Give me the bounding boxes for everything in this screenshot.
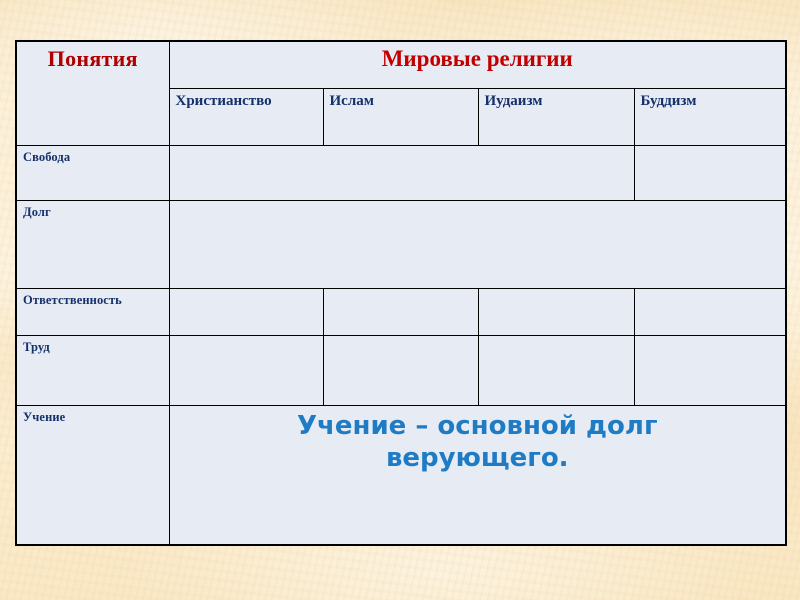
cell-otvetstvennost-islam[interactable] (322, 287, 479, 336)
table-row-otvetstvennost: Ответственность (15, 287, 787, 336)
row-label-uchenie: Учение (15, 404, 170, 546)
cell-trud-islam[interactable] (322, 334, 479, 406)
cell-trud-buddhism[interactable] (633, 334, 787, 406)
row-label-otvetstvennost: Ответственность (15, 287, 170, 336)
row-label-dolg: Долг (15, 199, 170, 289)
cell-dolg-all-religions[interactable] (168, 199, 787, 289)
cell-trud-judaism[interactable] (477, 334, 635, 406)
cell-trud-christianity[interactable] (168, 334, 324, 406)
conclusion-text: Учение – основной долг верующего. (296, 410, 658, 474)
column-header-islam: Ислам (322, 87, 479, 146)
cell-otvetstvennost-buddhism[interactable] (633, 287, 787, 336)
table-row-svoboda: Свобода (15, 144, 787, 201)
cell-otvetstvennost-christianity[interactable] (168, 287, 324, 336)
column-header-buddhism: Буддизм (633, 87, 787, 146)
row-label-trud: Труд (15, 334, 170, 406)
cell-svoboda-buddhism[interactable] (633, 144, 787, 201)
table-row-uchenie: Учение Учение – основной долг верующего. (15, 404, 787, 546)
table-row-dolg: Долг (15, 199, 787, 289)
concepts-religions-table: Понятия Мировые религии Христианство Исл… (15, 40, 787, 546)
table-row-trud: Труд (15, 334, 787, 406)
header-concepts: Понятия (15, 40, 170, 146)
cell-svoboda-christianity-islam-judaism[interactable] (168, 144, 635, 201)
row-label-svoboda: Свобода (15, 144, 170, 201)
table-header-row: Понятия Мировые религии (15, 40, 787, 146)
cell-otvetstvennost-judaism[interactable] (477, 287, 635, 336)
column-header-christianity: Христианство (168, 87, 324, 146)
header-world-religions: Мировые религии (168, 40, 787, 89)
cell-uchenie-conclusion[interactable]: Учение – основной долг верующего. (168, 404, 787, 546)
column-header-judaism: Иудаизм (477, 87, 635, 146)
